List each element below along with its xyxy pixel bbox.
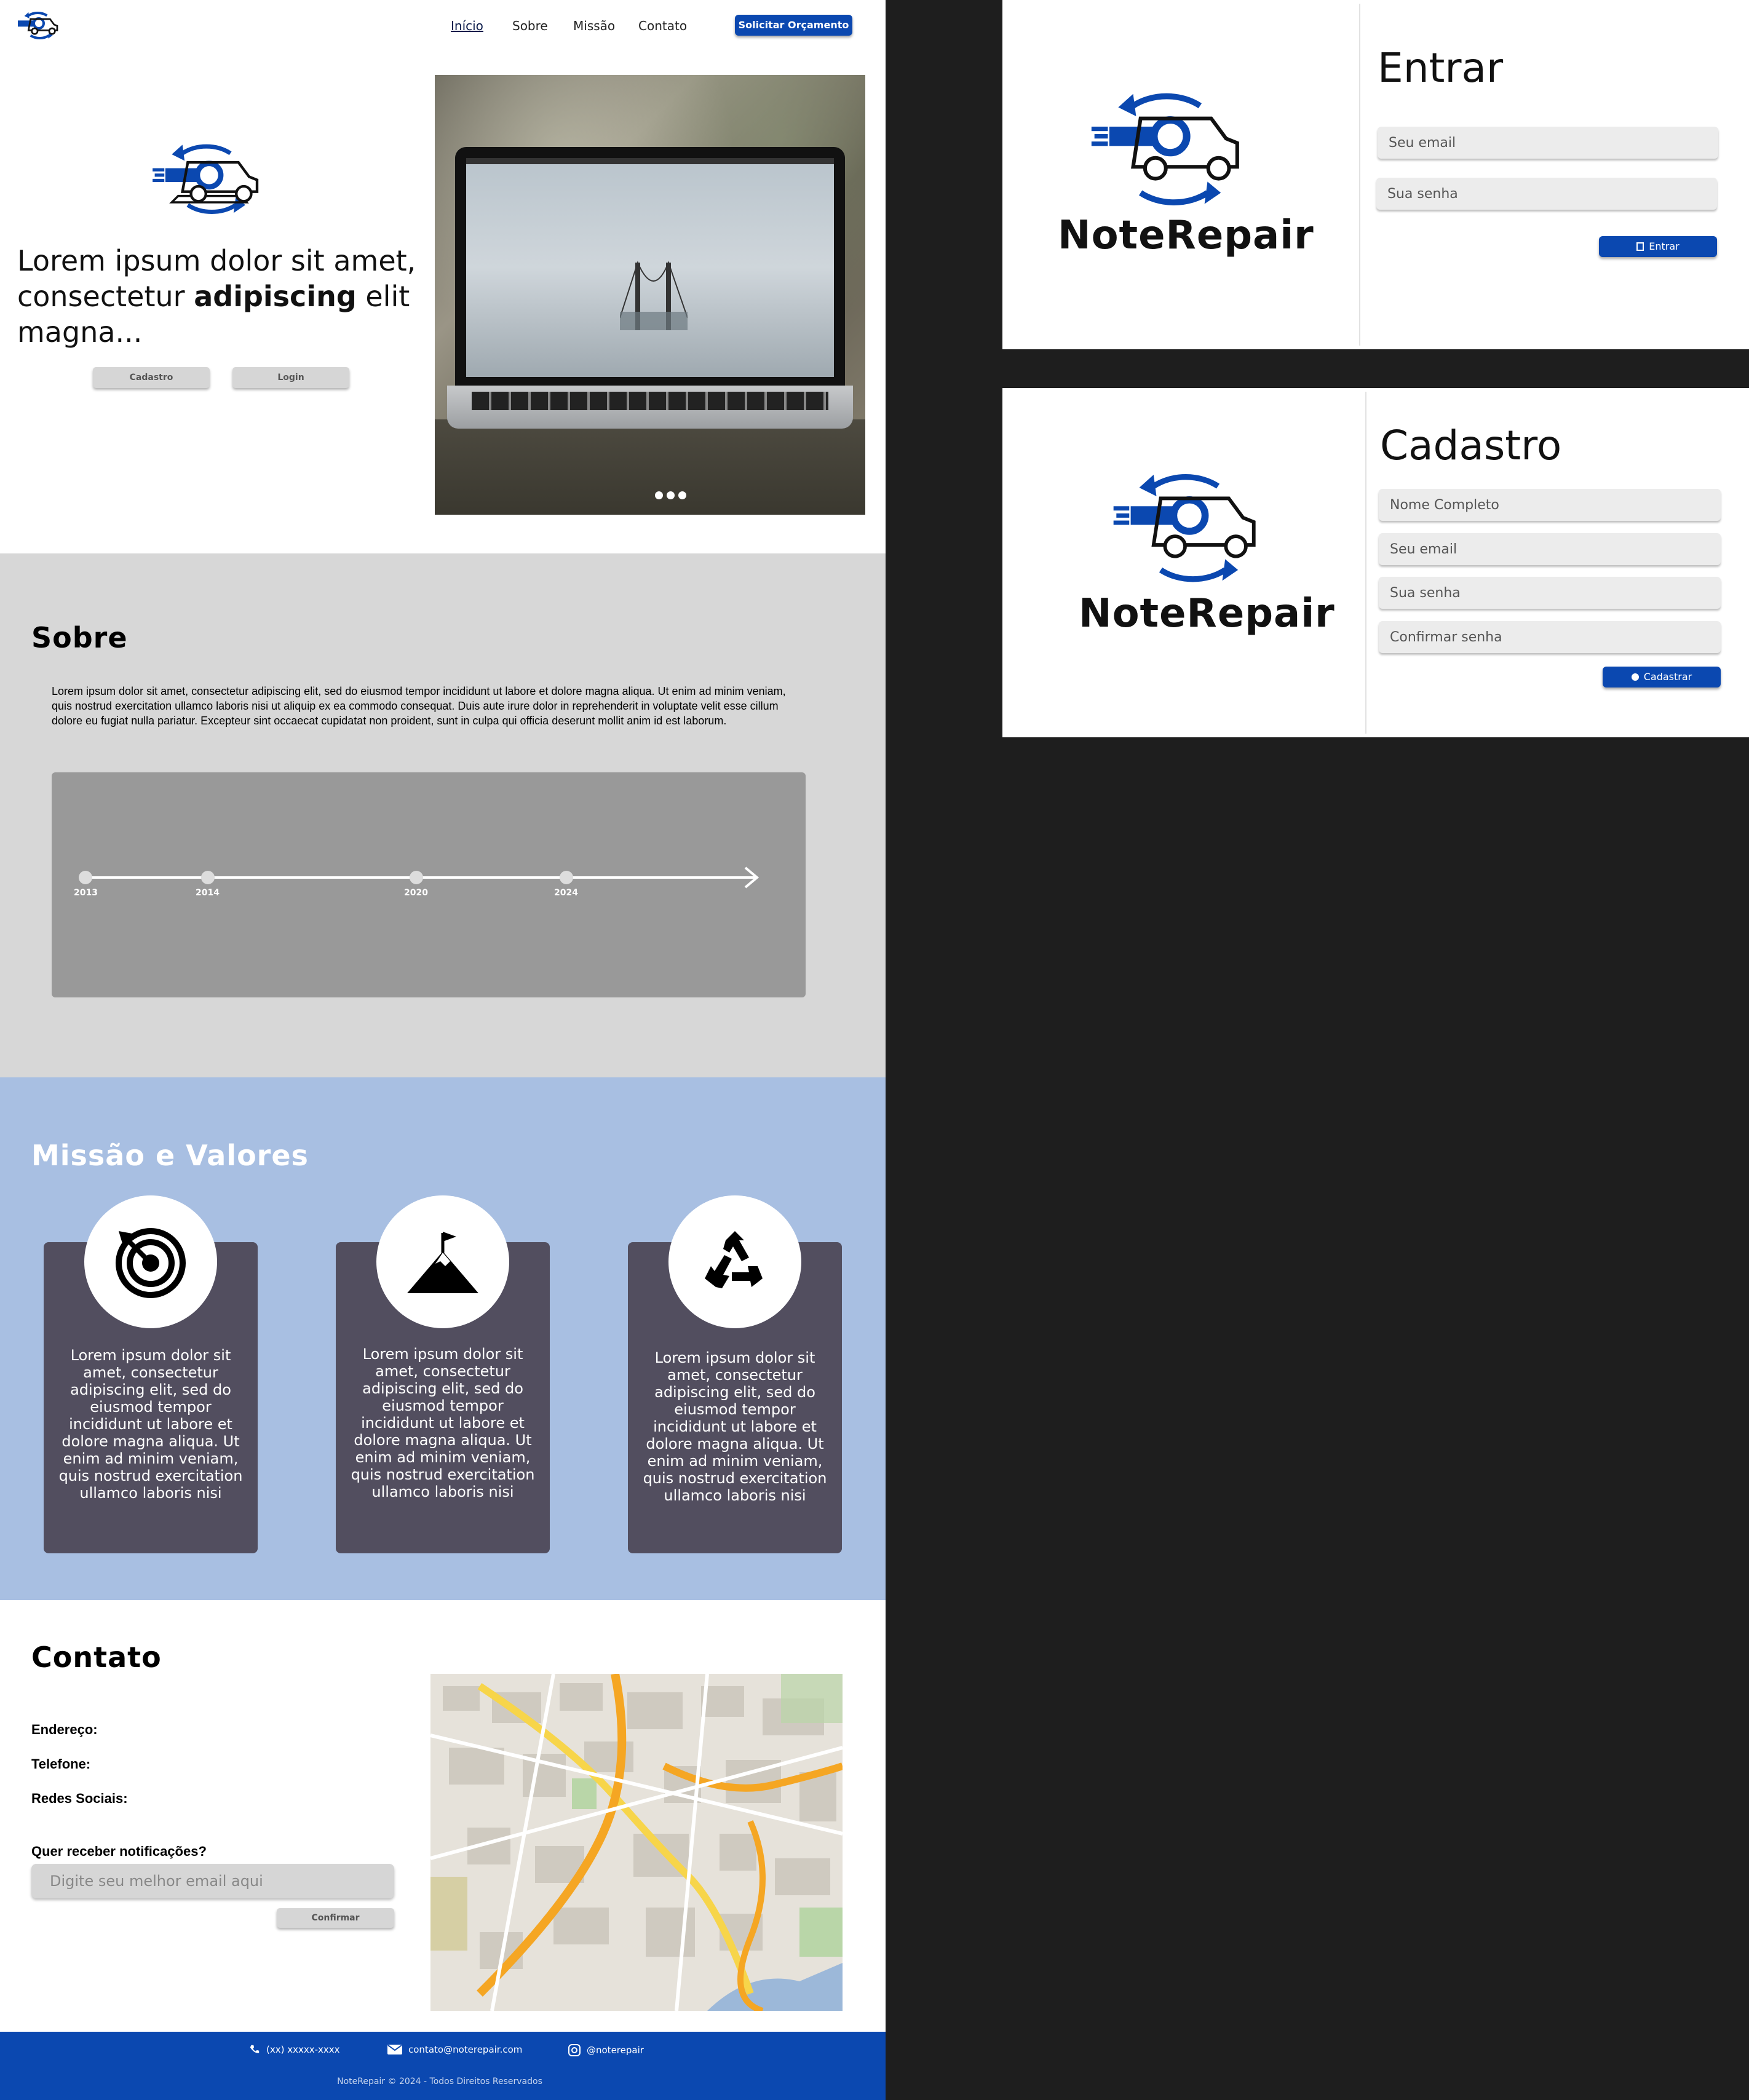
add-user-icon	[1631, 673, 1639, 681]
timeline-year: 2014	[196, 888, 220, 898]
timeline-year: 2013	[74, 888, 98, 898]
noterepair-logo-icon	[1091, 93, 1239, 205]
hero-headline: Lorem ipsum dolor sit amet, consectetur …	[17, 243, 423, 350]
landing-page: Início Sobre Missão Contato Solicitar Or…	[0, 0, 886, 2100]
hero-text-bold: adipiscing	[194, 280, 357, 313]
footer-phone[interactable]: (xx) xxxxx-xxxx	[249, 2044, 340, 2055]
timeline-dot[interactable]	[410, 871, 423, 884]
timeline-dot[interactable]	[79, 871, 92, 884]
signup-password-input[interactable]	[1379, 577, 1721, 609]
hero-logo-icon	[153, 144, 259, 214]
footer-email-text: contato@noterepair.com	[408, 2044, 523, 2055]
login-button[interactable]: Login	[232, 367, 349, 388]
keyboard-keys	[472, 392, 828, 410]
redes-sociais-label: Redes Sociais:	[31, 1791, 128, 1806]
nav-link-missao[interactable]: Missão	[573, 18, 615, 33]
carousel-dot[interactable]	[667, 491, 675, 499]
timeline-year: 2020	[404, 888, 428, 898]
login-password-input[interactable]	[1376, 178, 1717, 210]
logo-icon[interactable]	[16, 10, 61, 41]
timeline-box: 2013 2014 2020 2024	[52, 772, 806, 997]
login-title: Entrar	[1378, 44, 1504, 92]
signup-submit-label: Cadastrar	[1643, 671, 1692, 683]
telefone-label: Telefone:	[31, 1756, 91, 1772]
footer	[0, 2032, 886, 2100]
signup-modal: NoteRepair Cadastro Cadastrar	[1002, 388, 1749, 737]
signup-confirm-password-input[interactable]	[1379, 621, 1721, 653]
carousel-dots	[655, 491, 686, 499]
modal-divider	[1359, 4, 1360, 346]
laptop-screen-bezel	[455, 147, 845, 387]
newsletter-label: Quer receber notificações?	[31, 1844, 207, 1859]
signup-title: Cadastro	[1380, 422, 1562, 469]
sobre-paragraph: Lorem ipsum dolor sit amet, consectetur …	[52, 685, 786, 727]
timeline-year: 2024	[554, 888, 578, 898]
sobre-title: Sobre	[31, 621, 128, 654]
modal-divider	[1365, 392, 1366, 734]
nav-link-sobre[interactable]: Sobre	[512, 18, 548, 33]
footer-copyright: NoteRepair © 2024 - Todos Direitos Reser…	[337, 2077, 542, 2086]
noterepair-logo-icon	[1113, 474, 1256, 582]
endereco-label: Endereço:	[31, 1722, 98, 1737]
map-image	[430, 1674, 843, 2011]
mountain-flag-icon	[407, 1232, 478, 1293]
mail-icon	[387, 2045, 402, 2054]
timeline-dot[interactable]	[560, 871, 573, 884]
laptop-screen	[466, 158, 834, 377]
nav-link-inicio[interactable]: Início	[451, 18, 483, 33]
value-card-text: Lorem ipsum dolor sit amet, consectetur …	[351, 1345, 535, 1500]
brand-name: NoteRepair	[1079, 591, 1335, 636]
value-card-icon-circle	[84, 1195, 217, 1328]
login-icon	[1636, 242, 1644, 251]
nav-link-contato[interactable]: Contato	[638, 18, 687, 33]
signup-email-input[interactable]	[1379, 533, 1721, 565]
login-submit-button[interactable]: Entrar	[1599, 236, 1717, 257]
bridge-icon	[620, 261, 688, 330]
newsletter-email-input[interactable]	[31, 1864, 394, 1898]
footer-instagram[interactable]: @noterepair	[568, 2044, 644, 2056]
login-modal: NoteRepair Entrar Entrar	[1002, 0, 1749, 349]
phone-icon	[250, 2045, 260, 2053]
footer-phone-text: (xx) xxxxx-xxxx	[266, 2044, 340, 2055]
value-card-text: Lorem ipsum dolor sit amet, consectetur …	[58, 1347, 243, 1502]
confirm-button[interactable]: Confirmar	[277, 1908, 394, 1928]
signup-name-input[interactable]	[1379, 489, 1721, 521]
login-submit-label: Entrar	[1649, 240, 1680, 252]
recycle-icon	[705, 1231, 763, 1288]
signup-submit-button[interactable]: Cadastrar	[1603, 667, 1721, 687]
value-card-icon-circle	[376, 1195, 509, 1328]
missao-title: Missão e Valores	[31, 1139, 309, 1172]
value-card-text: Lorem ipsum dolor sit amet, consectetur …	[643, 1349, 827, 1504]
laptop-keyboard	[447, 386, 853, 429]
contato-title: Contato	[31, 1641, 162, 1674]
brand-name: NoteRepair	[1058, 213, 1314, 258]
menubar	[466, 158, 834, 164]
contact-map[interactable]	[430, 1674, 843, 2011]
top-nav: Início Sobre Missão Contato Solicitar Or…	[0, 0, 886, 50]
timeline-arrow-icon	[744, 866, 759, 889]
cadastro-button[interactable]: Cadastro	[93, 367, 210, 388]
timeline-dot[interactable]	[201, 871, 215, 884]
carousel-dot[interactable]	[655, 491, 663, 499]
target-icon	[116, 1228, 186, 1298]
photo-table	[435, 419, 865, 515]
footer-email[interactable]: contato@noterepair.com	[387, 2044, 522, 2055]
login-email-input[interactable]	[1378, 127, 1718, 159]
request-quote-button[interactable]: Solicitar Orçamento	[735, 15, 852, 36]
instagram-icon	[568, 2044, 581, 2056]
value-card-icon-circle	[668, 1195, 801, 1328]
footer-instagram-text: @noterepair	[587, 2045, 644, 2056]
hero-carousel[interactable]	[435, 75, 865, 515]
carousel-dot[interactable]	[678, 491, 686, 499]
